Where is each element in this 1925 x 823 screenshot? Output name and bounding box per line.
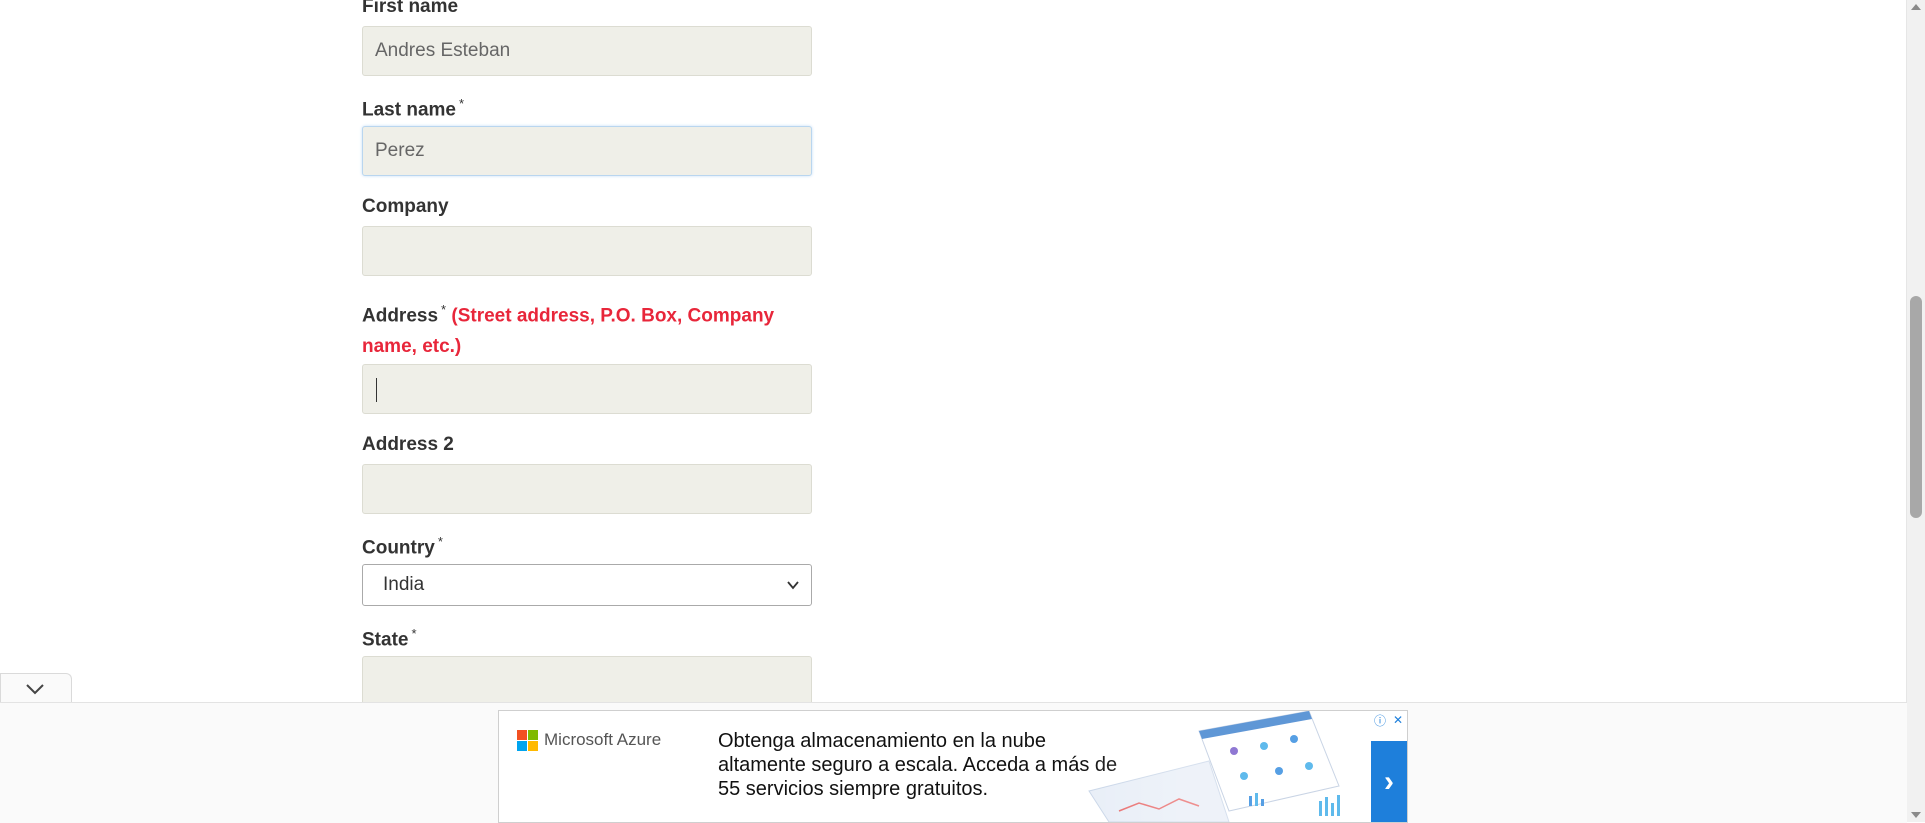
required-mark: * xyxy=(411,626,417,641)
required-mark: * xyxy=(437,534,443,549)
country-selected-value: India xyxy=(383,574,425,595)
ad-banner[interactable]: Microsoft Azure Obtenga almacenamiento e… xyxy=(498,710,1408,823)
text-caret xyxy=(376,378,377,402)
scroll-thumb[interactable] xyxy=(1910,296,1922,518)
country-label: Country * xyxy=(362,534,443,559)
last-name-input[interactable] xyxy=(362,126,812,176)
ad-info-icon[interactable]: ⓘ xyxy=(1371,711,1389,729)
ad-next-arrow-button[interactable]: › xyxy=(1371,741,1407,822)
ad-text: Obtenga almacenamiento en la nube altame… xyxy=(718,730,1118,800)
ad-controls: ⓘ ✕ xyxy=(1371,711,1407,731)
ad-close-icon[interactable]: ✕ xyxy=(1389,711,1407,729)
required-mark: * xyxy=(458,96,465,111)
company-label: Company xyxy=(362,196,449,217)
address-label: Address * (Street address, P.O. Box, Comp… xyxy=(362,302,775,358)
scroll-up-arrow-icon[interactable] xyxy=(1911,4,1921,10)
country-select[interactable]: India xyxy=(362,564,812,606)
address2-label: Address 2 xyxy=(362,434,454,455)
address2-input[interactable] xyxy=(362,464,812,514)
microsoft-logo-icon xyxy=(517,730,539,752)
ad-brand: Microsoft Azure xyxy=(544,730,662,749)
chevron-down-icon xyxy=(26,684,44,695)
first-name-input[interactable] xyxy=(362,26,812,76)
state-input[interactable] xyxy=(362,656,812,706)
last-name-label: Last name * xyxy=(362,96,465,121)
dashboard-screenshot-icon xyxy=(1079,711,1369,822)
state-label: State * xyxy=(362,626,417,651)
required-mark: * xyxy=(441,302,447,317)
company-input[interactable] xyxy=(362,226,812,276)
scroll-down-arrow-icon[interactable] xyxy=(1911,812,1921,818)
chevron-down-icon xyxy=(787,581,799,590)
chevron-right-icon: › xyxy=(1384,764,1394,798)
ad-collapse-button[interactable] xyxy=(0,673,72,704)
page-scrollbar[interactable] xyxy=(1906,0,1925,822)
first-name-label: First name xyxy=(362,0,459,17)
address-input[interactable] xyxy=(362,364,812,414)
